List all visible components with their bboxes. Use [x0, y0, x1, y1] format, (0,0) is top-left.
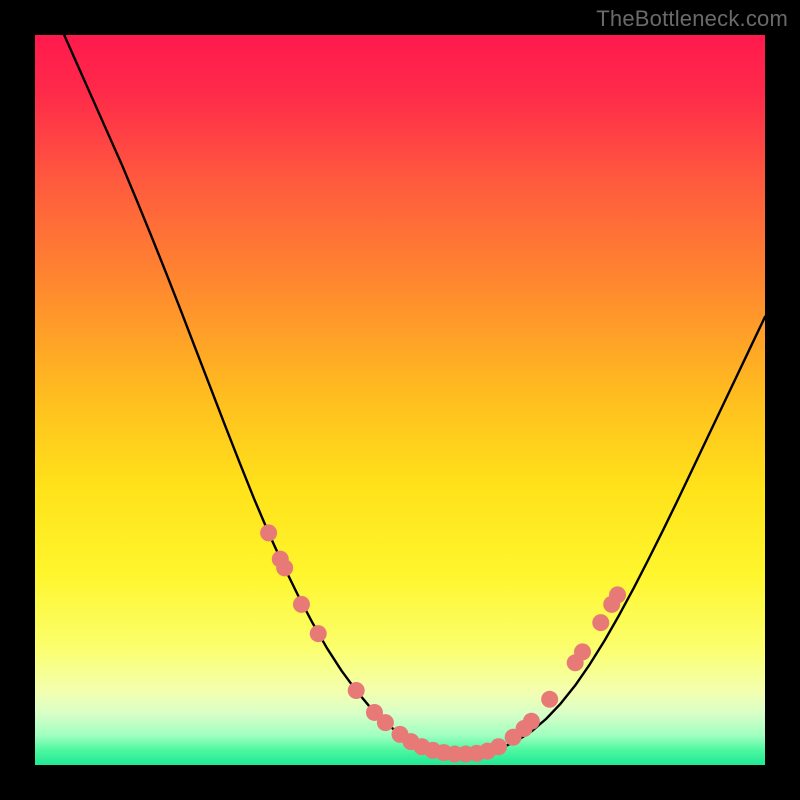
curve-layer	[35, 35, 765, 765]
watermark-text: TheBottleneck.com	[596, 6, 788, 32]
marker-dot	[523, 713, 540, 730]
chart-container: TheBottleneck.com	[0, 0, 800, 800]
marker-dot	[348, 682, 365, 699]
marker-dot	[293, 596, 310, 613]
marker-dot	[541, 691, 558, 708]
marker-dot	[310, 625, 327, 642]
bottleneck-curve	[64, 35, 765, 754]
marker-dot	[609, 586, 626, 603]
marker-dot	[260, 524, 277, 541]
marker-dot	[490, 738, 507, 755]
marker-dot	[592, 614, 609, 631]
marker-dot	[276, 559, 293, 576]
marker-dot	[574, 643, 591, 660]
marker-dot	[377, 714, 394, 731]
plot-area	[35, 35, 765, 765]
